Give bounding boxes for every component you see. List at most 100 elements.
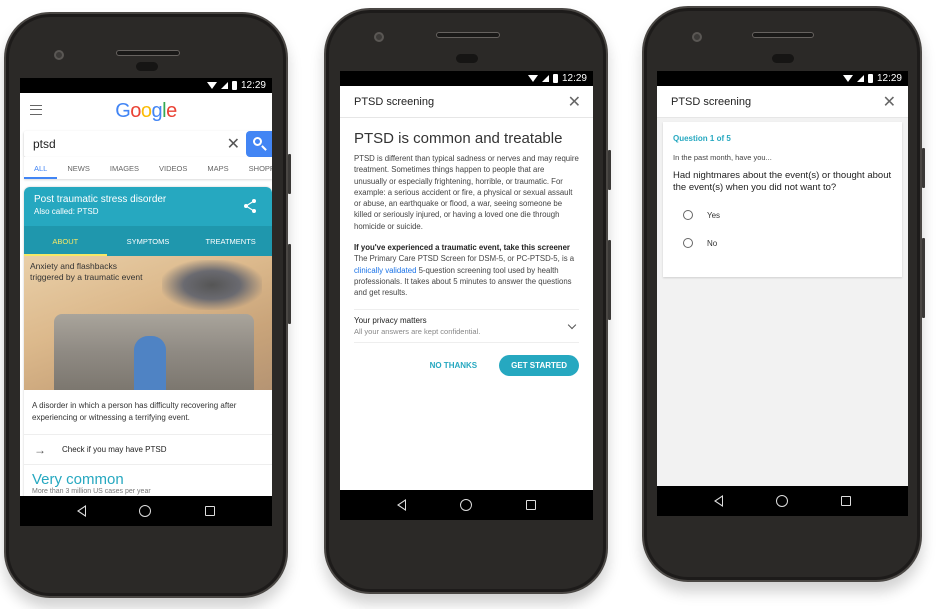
nav-bar xyxy=(340,490,593,520)
question-card: Question 1 of 5 In the past month, have … xyxy=(663,122,902,277)
status-bar: 12:29 xyxy=(340,71,593,86)
privacy-title: Your privacy matters xyxy=(354,315,427,325)
tab-maps[interactable]: MAPS xyxy=(197,157,238,179)
screen: 12:29 PTSD screening ✕ PTSD is common an… xyxy=(340,71,593,520)
phone-2: 12:29 PTSD screening ✕ PTSD is common an… xyxy=(324,8,611,594)
status-bar: 12:29 xyxy=(20,78,272,93)
tab-about[interactable]: ABOUT xyxy=(24,226,107,256)
recents-icon[interactable] xyxy=(205,506,216,516)
dialog-title: PTSD screening xyxy=(354,96,435,108)
tab-videos[interactable]: VIDEOS xyxy=(149,157,197,179)
dialog-body: PTSD is common and treatable PTSD is dif… xyxy=(340,118,593,388)
radio-button[interactable] xyxy=(683,210,693,220)
volume-button xyxy=(608,240,611,320)
stat-subtitle: More than 3 million US cases per year xyxy=(32,488,151,495)
option-label: Yes xyxy=(707,210,721,220)
search-input[interactable]: ptsd ✕ xyxy=(24,131,272,157)
earpiece-speaker xyxy=(116,50,180,56)
tab-treatments[interactable]: TREATMENTS xyxy=(189,226,272,256)
screener-paragraph: If you've experienced a traumatic event,… xyxy=(354,242,579,298)
close-icon[interactable]: ✕ xyxy=(227,134,240,154)
close-icon[interactable]: ✕ xyxy=(883,92,896,112)
battery-icon xyxy=(552,74,558,83)
privacy-subtitle: All your answers are kept confidential. xyxy=(354,326,481,336)
tab-symptoms[interactable]: SYMPTOMS xyxy=(107,226,190,256)
volume-button xyxy=(288,244,291,324)
tab-images[interactable]: IMAGES xyxy=(100,157,149,179)
status-bar: 12:29 xyxy=(657,71,908,86)
check-link-label: Check if you may have PTSD xyxy=(62,445,167,454)
back-icon[interactable] xyxy=(397,499,406,511)
privacy-expander[interactable]: Your privacy matters All your answers ar… xyxy=(354,308,579,343)
nav-bar xyxy=(20,496,272,526)
wifi-icon xyxy=(527,75,538,82)
option-label: No xyxy=(707,238,718,248)
back-icon[interactable] xyxy=(713,495,723,507)
proximity-sensor xyxy=(772,54,794,63)
caption-line-1: Anxiety and flashbacks xyxy=(30,261,117,271)
screen: 12:29 Google ptsd ✕ ALL NEWS IMAGES VIDE… xyxy=(20,78,272,526)
power-button xyxy=(608,150,611,190)
home-icon[interactable] xyxy=(139,505,152,517)
image-caption: Anxiety and flashbacks triggered by a tr… xyxy=(30,261,142,283)
search-button[interactable] xyxy=(246,131,272,157)
signal-icon xyxy=(541,75,549,82)
phone-3: 12:29 PTSD screening ✕ Question 1 of 5 I… xyxy=(642,6,925,582)
search-query[interactable]: ptsd xyxy=(33,137,56,151)
signal-icon xyxy=(856,75,864,82)
battery-icon xyxy=(867,74,873,83)
clock: 12:29 xyxy=(876,73,902,84)
nav-bar xyxy=(657,486,908,516)
volume-button xyxy=(922,238,925,318)
panel-title: Post traumatic stress disorder xyxy=(34,194,167,205)
power-button xyxy=(922,148,925,188)
dialog-title: PTSD screening xyxy=(671,96,752,108)
close-icon[interactable]: ✕ xyxy=(568,92,581,112)
share-icon[interactable] xyxy=(244,199,256,213)
recents-icon[interactable] xyxy=(526,500,536,510)
front-camera xyxy=(692,32,702,42)
back-icon[interactable] xyxy=(76,505,86,517)
car-wreck-illustration xyxy=(162,260,262,310)
screen: 12:29 PTSD screening ✕ Question 1 of 5 I… xyxy=(657,71,908,516)
illustration-image: Anxiety and flashbacks triggered by a tr… xyxy=(24,256,272,390)
screener-heading: If you've experienced a traumatic event,… xyxy=(354,243,570,253)
arrow-right-icon: → xyxy=(34,442,46,457)
earpiece-speaker xyxy=(436,32,500,38)
clinically-validated-link[interactable]: clinically validated xyxy=(354,266,416,275)
tab-all[interactable]: ALL xyxy=(24,157,58,179)
panel-tabs: ABOUT SYMPTOMS TREATMENTS xyxy=(24,226,272,256)
front-camera xyxy=(54,50,64,60)
phone-1: 12:29 Google ptsd ✕ ALL NEWS IMAGES VIDE… xyxy=(4,12,291,598)
signal-icon xyxy=(220,82,228,89)
check-ptsd-link[interactable]: → Check if you may have PTSD xyxy=(24,435,272,465)
radio-button[interactable] xyxy=(683,238,693,248)
caption-line-2: triggered by a traumatic event xyxy=(30,272,143,282)
knowledge-panel: Post traumatic stress disorder Also call… xyxy=(24,187,272,526)
proximity-sensor xyxy=(456,54,478,63)
power-button xyxy=(288,154,291,194)
battery-icon xyxy=(231,81,237,90)
dialog-header: PTSD screening ✕ xyxy=(657,86,908,118)
no-thanks-button[interactable]: NO THANKS xyxy=(430,361,478,370)
tab-news[interactable]: NEWS xyxy=(57,157,100,179)
earpiece-speaker xyxy=(752,32,814,38)
knowledge-panel-header: Post traumatic stress disorder Also call… xyxy=(24,187,272,226)
tab-shopping[interactable]: SHOPPI xyxy=(239,157,272,179)
option-no[interactable]: No xyxy=(673,238,892,248)
front-camera xyxy=(374,32,384,42)
home-icon[interactable] xyxy=(775,495,788,507)
google-logo: Google xyxy=(115,100,177,122)
screener-text-a: The Primary Care PTSD Screen for DSM-5, … xyxy=(354,254,575,264)
recents-icon[interactable] xyxy=(841,496,852,506)
wifi-icon xyxy=(206,82,217,89)
home-icon[interactable] xyxy=(460,499,472,511)
option-yes[interactable]: Yes xyxy=(673,210,892,220)
question-number: Question 1 of 5 xyxy=(673,134,731,143)
person-illustration xyxy=(134,336,166,390)
intro-paragraph: PTSD is different than typical sadness o… xyxy=(354,154,579,231)
question-preface: In the past month, have you... xyxy=(673,153,772,162)
get-started-button[interactable]: GET STARTED xyxy=(499,354,579,376)
panel-subtitle: Also called: PTSD xyxy=(34,207,99,216)
panel-description: A disorder in which a person has difficu… xyxy=(24,390,272,435)
